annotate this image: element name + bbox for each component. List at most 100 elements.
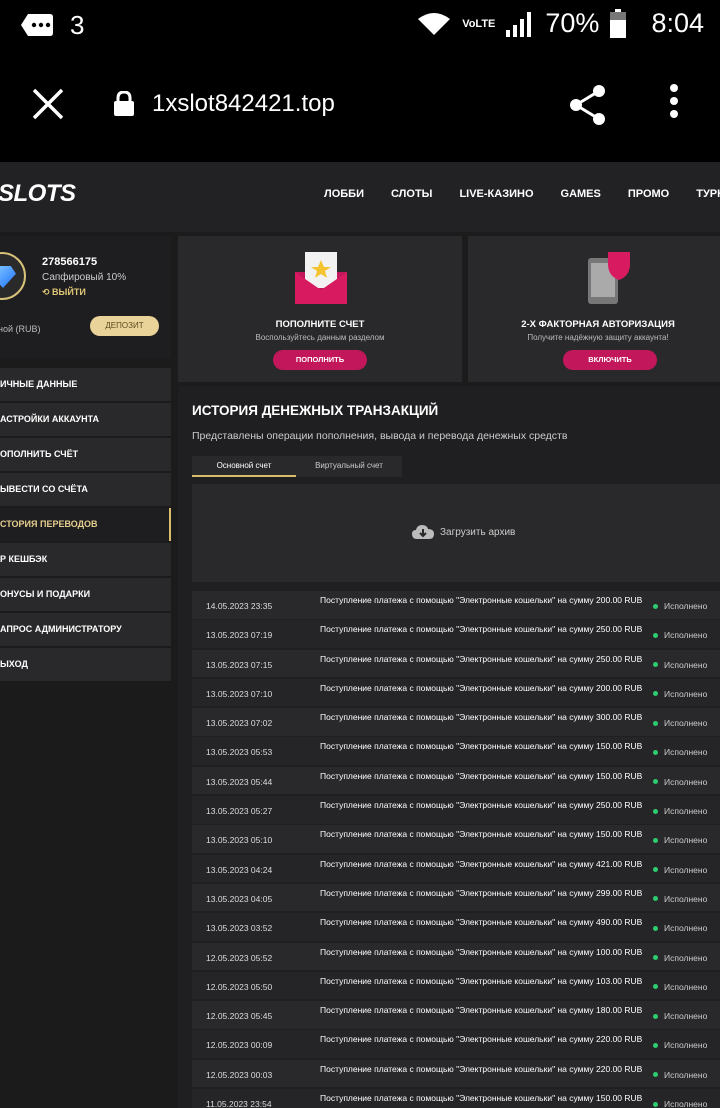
menu-admin-request[interactable]: АПРОС АДМИНИСТРАТОРУ bbox=[0, 613, 171, 646]
transaction-date: 13.05.2023 04:05 bbox=[206, 893, 273, 904]
transaction-status: Исполнено bbox=[653, 982, 707, 992]
transaction-date: 13.05.2023 07:02 bbox=[206, 718, 273, 729]
menu-transfer-history[interactable]: СТОРИЯ ПЕРЕВОДОВ bbox=[0, 508, 171, 541]
transaction-description: Поступление платежа с помощью "Электронн… bbox=[320, 858, 643, 869]
table-row: 13.05.2023 07:02 Поступление платежа с по… bbox=[192, 708, 720, 736]
transaction-date: 13.05.2023 04:24 bbox=[206, 864, 273, 875]
status-label: Исполнено bbox=[664, 718, 708, 729]
loyalty-level: Сапфировый 10% bbox=[42, 272, 127, 283]
transaction-status: Исполнено bbox=[653, 835, 707, 845]
enable-2fa-button[interactable]: ВКЛЮЧИТЬ bbox=[563, 350, 657, 370]
status-dot-icon bbox=[653, 720, 658, 726]
status-dot-icon bbox=[653, 1013, 658, 1019]
transaction-status: Исполнено bbox=[653, 865, 707, 875]
transaction-date: 12.05.2023 05:50 bbox=[206, 981, 273, 992]
signal-icon bbox=[506, 11, 532, 37]
transaction-description: Поступление платежа с помощью "Электронн… bbox=[320, 595, 643, 605]
deposit-card-title: ПОПОЛНИТЕ СЧЕТ bbox=[275, 319, 365, 330]
lock-icon bbox=[114, 91, 134, 116]
nav-tournaments[interactable]: ТУРНИРЫ bbox=[696, 188, 720, 200]
transaction-description: Поступление платежа с помощью "Электронн… bbox=[320, 653, 643, 664]
transaction-description: Поступление платежа с помощью "Электронн… bbox=[320, 1093, 643, 1104]
account-currency: ной (RUB) bbox=[0, 324, 41, 334]
share-icon[interactable] bbox=[568, 84, 608, 126]
nav-live-casino[interactable]: LIVE-КАЗИНО bbox=[459, 188, 533, 200]
more-options-icon[interactable] bbox=[664, 84, 684, 124]
download-archive-button[interactable]: Загрузить архив bbox=[412, 524, 515, 540]
status-dot-icon bbox=[653, 632, 658, 638]
menu-deposit[interactable]: ОПОЛНИТЬ СЧЁТ bbox=[0, 438, 171, 471]
status-dot-icon bbox=[653, 662, 658, 668]
status-dot-icon bbox=[653, 691, 658, 697]
status-dot-icon bbox=[653, 1101, 658, 1107]
status-label: Исполнено bbox=[664, 601, 708, 611]
status-label: Исполнено bbox=[664, 864, 708, 875]
transaction-description: Поступление платежа с помощью "Электронн… bbox=[320, 682, 643, 693]
transaction-date: 13.05.2023 05:27 bbox=[206, 806, 273, 817]
transaction-status: Исполнено bbox=[653, 1011, 707, 1021]
two-factor-promo-card: 2-Х ФАКТОРНАЯ АВТОРИЗАЦИЯ Получите надёж… bbox=[468, 236, 720, 382]
status-dot-icon bbox=[653, 955, 658, 961]
nav-promo[interactable]: ПРОМО bbox=[628, 188, 669, 200]
deposit-promo-card: ПОПОЛНИТЕ СЧЕТ Воспользуйтесь данным раз… bbox=[178, 236, 462, 382]
battery-icon bbox=[610, 8, 627, 38]
account-id: 278566175 bbox=[42, 256, 98, 268]
status-label: Исполнено bbox=[664, 893, 708, 904]
nav-lobby[interactable]: ЛОББИ bbox=[324, 188, 364, 200]
table-row: 11.05.2023 23:54 Поступление платежа с по… bbox=[192, 1089, 720, 1108]
transaction-description: Поступление платежа с помощью "Электронн… bbox=[320, 800, 643, 811]
archive-panel: Загрузить архив bbox=[192, 484, 720, 582]
table-row: 13.05.2023 07:19 Поступление платежа с по… bbox=[192, 620, 720, 648]
logout-icon: ⟲ bbox=[42, 287, 53, 297]
menu-logout[interactable]: ЫХОД bbox=[0, 648, 171, 681]
menu-bonuses[interactable]: ОНУСЫ И ПОДАРКИ bbox=[0, 578, 171, 611]
deposit-button[interactable]: ДЕПОЗИТ bbox=[90, 316, 159, 336]
close-icon[interactable] bbox=[30, 86, 66, 122]
table-row: 13.05.2023 05:53 Поступление платежа с по… bbox=[192, 737, 720, 765]
status-label: Исполнено bbox=[664, 659, 708, 670]
top-up-button[interactable]: ПОПОЛНИТЬ bbox=[273, 350, 367, 370]
table-row: 12.05.2023 00:09 Поступление платежа с по… bbox=[192, 1030, 720, 1058]
transaction-date: 13.05.2023 03:52 bbox=[206, 923, 273, 934]
status-bar: 3 VoLTE 70% 8:04 bbox=[0, 0, 720, 52]
status-label: Исполнено bbox=[664, 1069, 708, 1080]
transaction-date: 13.05.2023 07:19 bbox=[206, 630, 273, 641]
phone-shield-icon bbox=[588, 252, 630, 304]
nav-games[interactable]: GAMES bbox=[561, 188, 601, 200]
transaction-description: Поступление платежа с помощью "Электронн… bbox=[320, 1005, 643, 1016]
menu-account-settings[interactable]: АСТРОЙКИ АККАУНТА bbox=[0, 403, 171, 436]
status-dot-icon bbox=[653, 925, 658, 931]
transaction-status: Исполнено bbox=[653, 601, 707, 611]
transaction-status: Исполнено bbox=[653, 660, 707, 670]
tab-virtual-account[interactable]: Виртуальный счет bbox=[296, 456, 402, 477]
status-label: Исполнено bbox=[664, 952, 708, 963]
status-dot-icon bbox=[653, 984, 658, 990]
logout-label: ВЫЙТИ bbox=[52, 287, 86, 297]
wifi-icon bbox=[418, 12, 451, 35]
menu-cashback[interactable]: Р КЕШБЭК bbox=[0, 543, 171, 576]
transaction-date: 13.05.2023 05:44 bbox=[206, 776, 273, 787]
two-factor-card-subtitle: Получите надёжную защиту аккаунта! bbox=[527, 333, 669, 342]
transaction-status: Исполнено bbox=[653, 1099, 707, 1108]
tab-main-account[interactable]: Основной счет bbox=[192, 456, 296, 477]
nav-slots[interactable]: СЛОТЫ bbox=[391, 188, 432, 200]
transaction-description: Поступление платежа с помощью "Электронн… bbox=[320, 917, 643, 928]
transaction-date: 13.05.2023 07:10 bbox=[206, 688, 273, 699]
transaction-description: Поступление платежа с помощью "Электронн… bbox=[320, 741, 643, 752]
status-dot-icon bbox=[653, 779, 658, 785]
logout-link[interactable]: ⟲ ВЫЙТИ bbox=[42, 287, 86, 298]
menu-personal-data[interactable]: ИЧНЫЕ ДАННЫЕ bbox=[0, 368, 171, 401]
transaction-status: Исполнено bbox=[653, 1040, 707, 1050]
site-logo[interactable]: SLOTS bbox=[0, 180, 76, 208]
transaction-date: 14.05.2023 23:35 bbox=[206, 601, 273, 611]
message-icon bbox=[21, 13, 53, 36]
site-header: SLOTS ЛОББИ СЛОТЫ LIVE-КАЗИНО GAMES ПРОМ… bbox=[0, 162, 720, 232]
address-bar[interactable]: 1xslot842421.top bbox=[152, 90, 335, 118]
account-tabs: Основной счет Виртуальный счет bbox=[192, 456, 402, 477]
transaction-status: Исполнено bbox=[653, 747, 707, 757]
cloud-download-icon bbox=[412, 525, 434, 539]
menu-withdraw[interactable]: ЫВЕСТИ СО СЧЁТА bbox=[0, 473, 171, 506]
status-label: Исполнено bbox=[664, 981, 708, 992]
status-dot-icon bbox=[653, 896, 658, 902]
transaction-date: 11.05.2023 23:54 bbox=[206, 1099, 272, 1108]
